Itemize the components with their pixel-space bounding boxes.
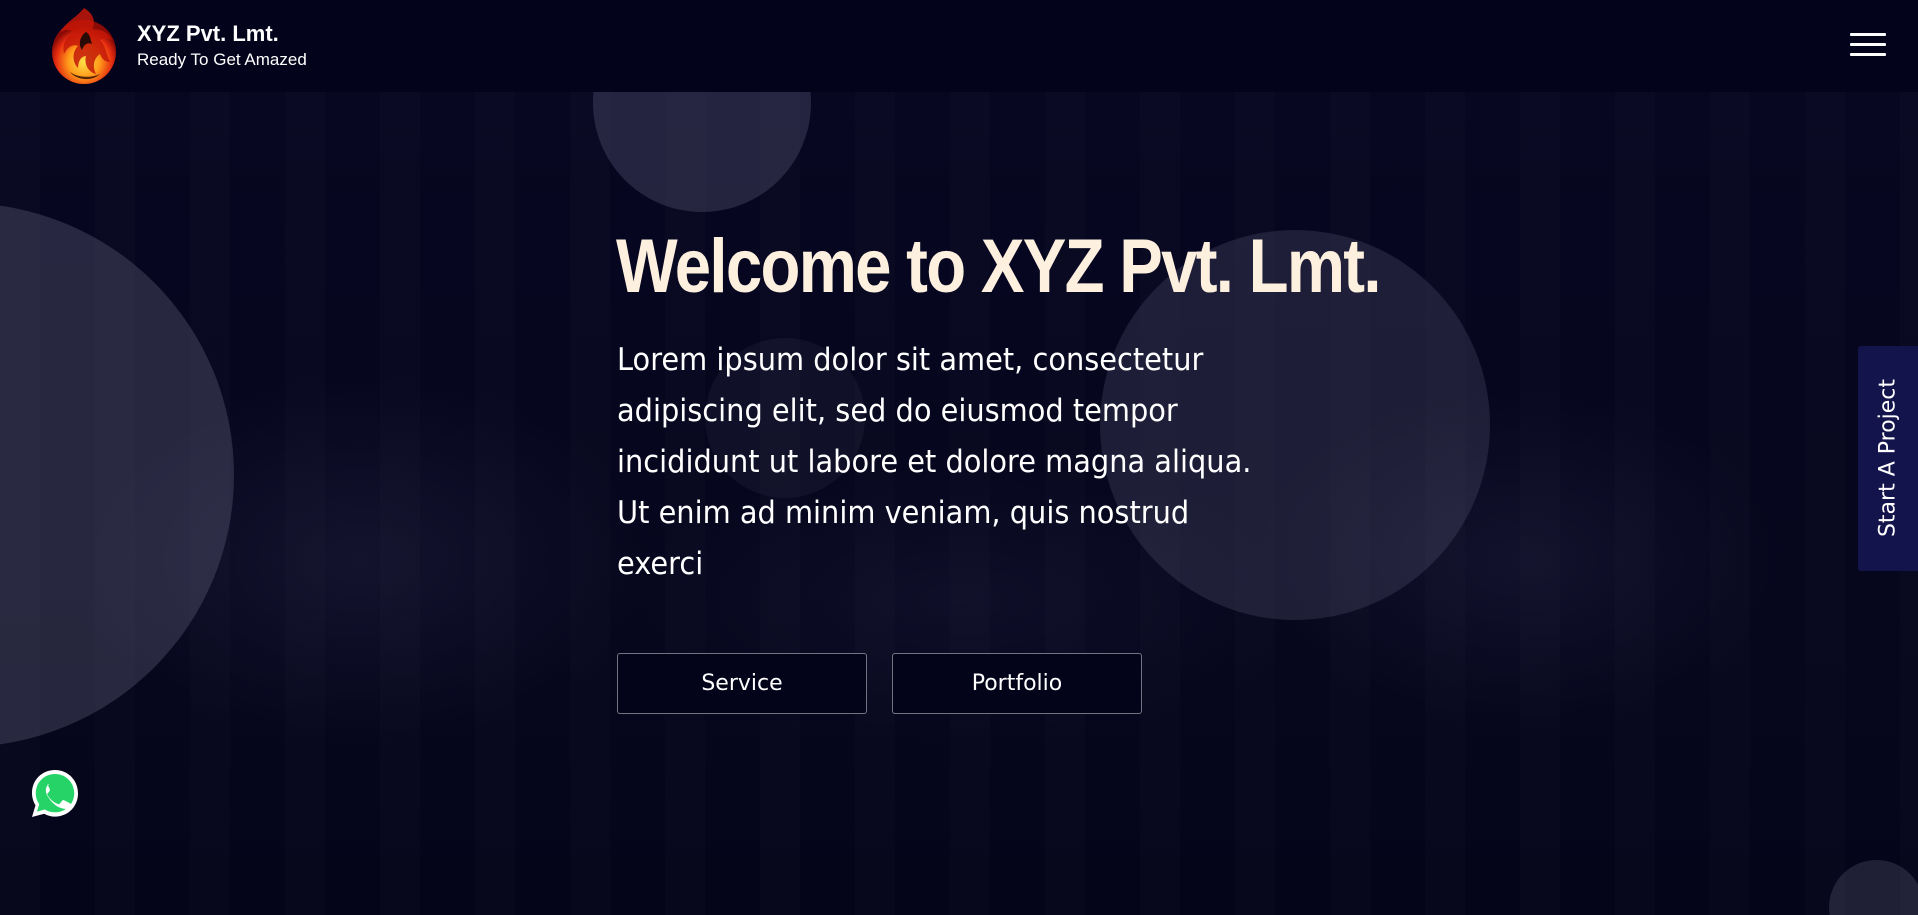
start-project-label: Start A Project — [1875, 378, 1901, 538]
service-button[interactable]: Service — [617, 653, 867, 714]
decorative-circle-bottom — [1829, 860, 1918, 915]
landing-page: XYZ Pvt. Lmt. Ready To Get Amazed Welcom… — [0, 0, 1918, 915]
menu-bar — [1850, 33, 1886, 36]
menu-bar — [1850, 43, 1886, 46]
brand-name[interactable]: XYZ Pvt. Lmt. — [137, 21, 279, 47]
portfolio-button[interactable]: Portfolio — [892, 653, 1142, 714]
start-project-tab[interactable]: Start A Project — [1858, 346, 1918, 571]
brand-tagline: Ready To Get Amazed — [137, 50, 307, 69]
hero-title: Welcome to XYZ Pvt. Lmt. — [616, 224, 1381, 309]
hamburger-menu-icon[interactable] — [1850, 30, 1886, 60]
decorative-circle-left — [0, 203, 234, 747]
hero-description: Lorem ipsum dolor sit amet, consectetur … — [617, 342, 1252, 582]
site-header: XYZ Pvt. Lmt. Ready To Get Amazed — [0, 0, 1918, 92]
menu-bar — [1850, 53, 1886, 56]
phoenix-logo[interactable] — [46, 2, 122, 90]
whatsapp-icon[interactable] — [27, 766, 83, 822]
